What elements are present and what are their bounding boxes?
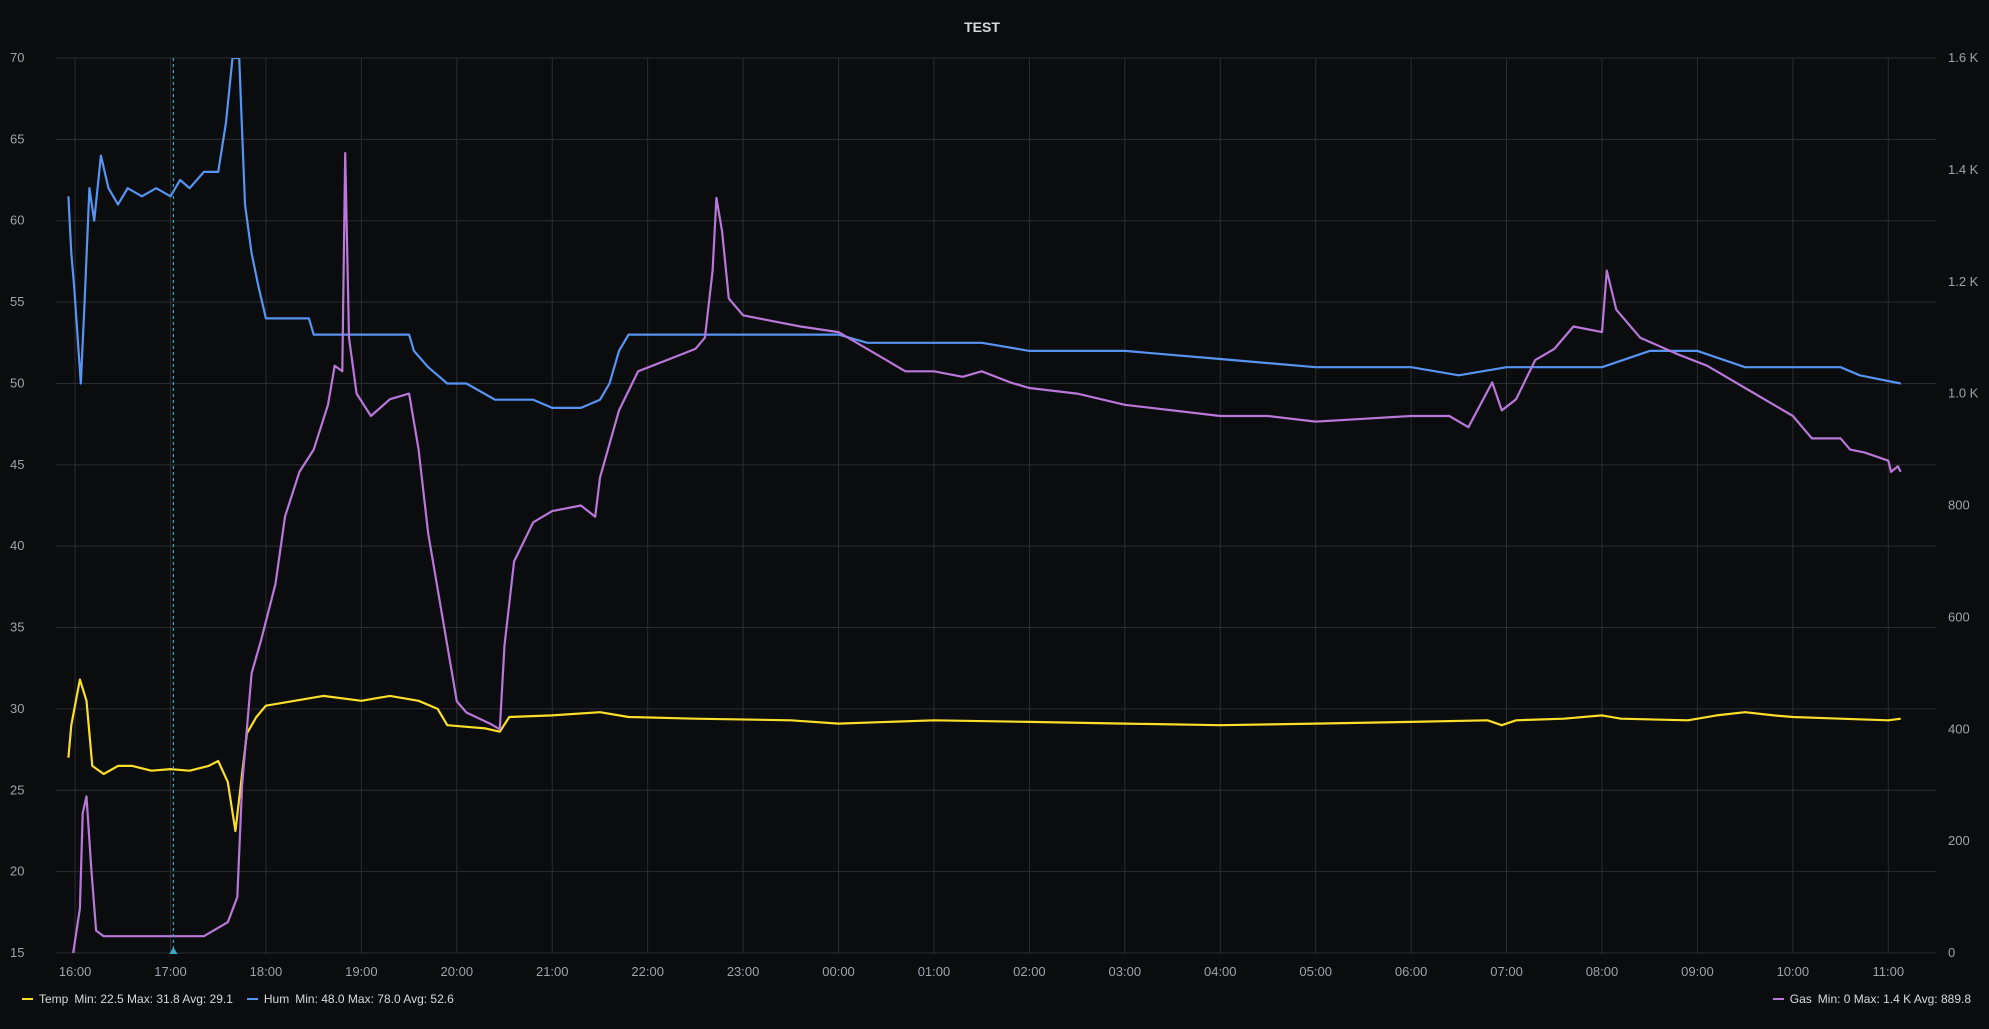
series-line-temp[interactable] <box>67 678 1901 833</box>
x-tick-label: 02:00 <box>1013 964 1046 979</box>
x-tick-label: 09:00 <box>1681 964 1714 979</box>
y-left-tick-label: 20 <box>10 864 24 879</box>
x-tick-label: 04:00 <box>1204 964 1237 979</box>
y-left-tick-label: 55 <box>10 294 24 309</box>
legend-swatch-temp <box>22 998 33 1000</box>
x-tick-label: 10:00 <box>1777 964 1810 979</box>
x-tick-label: 20:00 <box>441 964 474 979</box>
x-axis: 16:00 17:00 18:00 19:00 20:00 21:00 22:00 23:00… <box>59 964 1904 979</box>
x-tick-label: 08:00 <box>1586 964 1619 979</box>
legend-left: Temp Min: 22.5 Max: 31.8 Avg: 29.1 Hum M… <box>22 992 454 1006</box>
y-left-tick-label: 15 <box>10 945 24 960</box>
y-right-tick-label: 1.0 K <box>1948 386 1979 401</box>
x-tick-label: 21:00 <box>536 964 569 979</box>
legend-swatch-gas <box>1772 998 1784 1000</box>
y-axis-left: 70 65 60 55 50 45 40 35 30 25 20 15 <box>10 50 24 960</box>
x-tick-label: 11:00 <box>1872 964 1904 979</box>
chart-title: TEST <box>964 19 1000 35</box>
x-tick-label: 17:00 <box>154 964 187 979</box>
x-tick-label: 03:00 <box>1109 964 1142 979</box>
y-axis-right: 1.6 K 1.4 K 1.2 K 1.0 K 800 600 400 200 0 <box>1948 50 1979 960</box>
y-left-tick-label: 60 <box>10 213 24 228</box>
legend-stats-gas: Min: 0 Max: 1.4 K Avg: 889.8 <box>1817 992 1971 1006</box>
x-tick-label: 19:00 <box>345 964 378 979</box>
chart: TEST 16:00 17:00 18:00 19:00 20:00 21:00 22:00… <box>10 19 1979 979</box>
x-tick-label: 01:00 <box>918 964 951 979</box>
y-left-tick-label: 30 <box>10 701 24 716</box>
x-tick-label: 22:00 <box>631 964 664 979</box>
grid <box>56 57 1936 954</box>
y-left-tick-label: 25 <box>10 782 24 797</box>
series-group <box>67 58 1902 953</box>
legend-right: Gas Min: 0 Max: 1.4 K Avg: 889.8 <box>1772 992 1971 1006</box>
x-tick-label: 05:00 <box>1299 964 1332 979</box>
y-right-tick-label: 200 <box>1948 833 1970 848</box>
y-left-tick-label: 45 <box>10 457 24 472</box>
series-line-gas[interactable] <box>72 152 1902 953</box>
legend-name-hum[interactable]: Hum <box>264 992 289 1006</box>
legend-stats-hum: Min: 48.0 Max: 78.0 Avg: 52.6 <box>295 992 454 1006</box>
y-right-tick-label: 0 <box>1948 945 1955 960</box>
y-left-tick-label: 65 <box>10 131 24 146</box>
x-tick-label: 07:00 <box>1490 964 1523 979</box>
y-right-tick-label: 800 <box>1948 498 1970 513</box>
x-tick-label: 18:00 <box>250 964 283 979</box>
y-right-tick-label: 1.6 K <box>1948 50 1979 65</box>
y-left-tick-label: 40 <box>10 538 24 553</box>
y-right-tick-label: 600 <box>1948 609 1970 624</box>
y-left-tick-label: 35 <box>10 620 24 635</box>
legend-name-temp[interactable]: Temp <box>39 992 68 1006</box>
legend-name-gas[interactable]: Gas <box>1790 992 1812 1006</box>
x-tick-label: 23:00 <box>727 964 760 979</box>
y-left-tick-label: 70 <box>10 50 24 65</box>
legend-swatch-hum <box>246 998 258 1000</box>
legend-stats-temp: Min: 22.5 Max: 31.8 Avg: 29.1 <box>74 992 233 1006</box>
y-right-tick-label: 1.2 K <box>1948 274 1979 289</box>
x-tick-label: 06:00 <box>1395 964 1428 979</box>
x-tick-label: 16:00 <box>59 964 92 979</box>
y-left-tick-label: 50 <box>10 375 24 390</box>
y-right-tick-label: 400 <box>1948 721 1970 736</box>
x-tick-label: 00:00 <box>822 964 855 979</box>
y-right-tick-label: 1.4 K <box>1948 162 1979 177</box>
